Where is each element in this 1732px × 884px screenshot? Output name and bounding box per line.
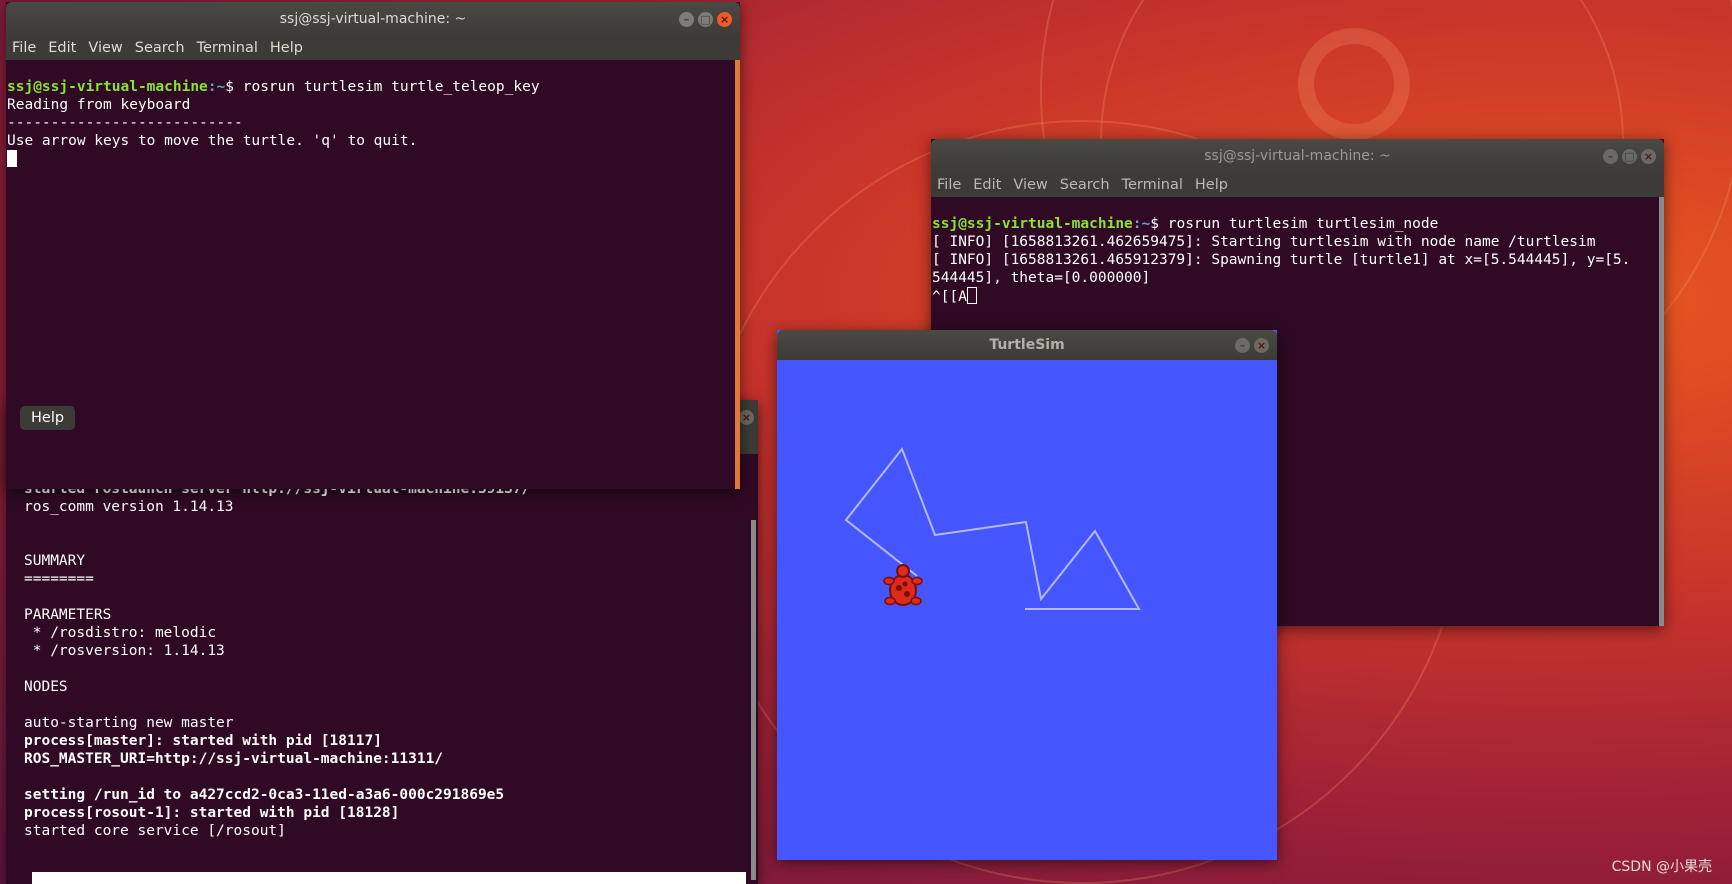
roscore-output: started roslaunch server http://ssj-virt…	[24, 480, 758, 870]
output-line: NODES	[24, 679, 68, 695]
window-controls: – □ ×	[1603, 149, 1656, 164]
menu-item-edit[interactable]: Edit	[973, 177, 1001, 193]
prompt-user: ssj@ssj-virtual-machine	[7, 79, 208, 95]
output-line: started core service [/rosout]	[24, 823, 286, 839]
prompt-symbol: $	[1150, 216, 1168, 232]
output-line: process[rosout-1]: started with pid [181…	[24, 805, 400, 821]
output-line: ^[[A	[932, 289, 967, 305]
output-line: * /rosversion: 1.14.13	[24, 643, 225, 659]
teleop-titlebar[interactable]: ssj@ssj-virtual-machine: ~ – □ ×	[6, 2, 740, 36]
turtlesim-window[interactable]: TurtleSim – ×	[777, 330, 1277, 860]
output-line: SUMMARY	[24, 553, 86, 569]
minimize-icon[interactable]: –	[679, 12, 694, 27]
output-line: Reading from keyboard	[7, 97, 191, 113]
menu-item-terminal[interactable]: Terminal	[1122, 177, 1183, 193]
output-line: [ INFO] [1658813261.462659475]: Starting…	[932, 234, 1596, 250]
roscore-input-line[interactable]	[26, 872, 746, 884]
output-line: 544445], theta=[0.000000]	[932, 270, 1151, 286]
maximize-icon[interactable]: □	[1622, 149, 1637, 164]
terminal-window-teleop[interactable]: ssj@ssj-virtual-machine: ~ – □ × File Edi…	[6, 2, 740, 489]
output-line: auto-starting new master	[24, 715, 234, 731]
terminal-cursor	[7, 150, 17, 167]
output-line: * /rosdistro: melodic	[24, 625, 217, 641]
teleop-scrollbar[interactable]	[735, 60, 740, 489]
node-titlebar[interactable]: ssj@ssj-virtual-machine: ~ – □ ×	[931, 139, 1664, 173]
menu-item-help[interactable]: Help	[270, 40, 303, 56]
menu-item-search[interactable]: Search	[1060, 177, 1110, 193]
command-text: rosrun turtlesim turtle_teleop_key	[242, 79, 540, 95]
menu-item-help[interactable]: Help	[1195, 177, 1228, 193]
output-line: setting /run_id to a427ccd2-0ca3-11ed-a3…	[24, 787, 505, 803]
node-scrollbar[interactable]	[1659, 197, 1664, 626]
window-title: ssj@ssj-virtual-machine: ~	[279, 11, 467, 27]
close-icon[interactable]: ×	[1254, 338, 1269, 353]
output-line: PARAMETERS	[24, 607, 112, 623]
window-title: TurtleSim	[989, 337, 1065, 353]
menu-item-search[interactable]: Search	[135, 40, 185, 56]
prompt-symbol: $	[225, 79, 243, 95]
teleop-menubar: File Edit View Search Terminal Help	[6, 36, 740, 60]
node-menubar: File Edit View Search Terminal Help	[931, 173, 1664, 197]
roscore-titlebar-remnant	[738, 400, 758, 454]
menu-item-terminal[interactable]: Terminal	[197, 40, 258, 56]
output-line: ROS_MASTER_URI=http://ssj-virtual-machin…	[24, 751, 444, 767]
teleop-terminal-output[interactable]: ssj@ssj-virtual-machine:~$ rosrun turtle…	[6, 60, 740, 489]
output-line: ros_comm version 1.14.13	[24, 499, 234, 515]
output-line: process[master]: started with pid [18117…	[24, 733, 382, 749]
output-line: Use arrow keys to move the turtle. 'q' t…	[7, 133, 418, 149]
command-text: rosrun turtlesim turtlesim_node	[1167, 216, 1439, 232]
window-controls: – □ ×	[679, 12, 732, 27]
close-icon[interactable]: ×	[717, 12, 732, 27]
window-controls: – ×	[1235, 338, 1269, 353]
roscore-scrollbar[interactable]	[751, 520, 756, 880]
menu-item-file[interactable]: File	[12, 40, 36, 56]
menu-item-view[interactable]: View	[1013, 177, 1047, 193]
window-title: ssj@ssj-virtual-machine: ~	[1204, 148, 1391, 164]
output-line: [ INFO] [1658813261.465912379]: Spawning…	[932, 252, 1631, 268]
minimize-icon[interactable]: –	[1235, 338, 1250, 353]
turtlesim-titlebar[interactable]: TurtleSim – ×	[777, 330, 1277, 360]
close-icon[interactable]: ×	[1641, 149, 1656, 164]
prompt-path: :~	[207, 79, 226, 95]
watermark: CSDN @小果壳	[1611, 859, 1712, 875]
roscore-cursor	[26, 872, 32, 884]
help-tooltip: Help	[20, 406, 76, 430]
output-line: ---------------------------	[7, 115, 243, 131]
turtle-sprite	[883, 564, 923, 606]
close-icon[interactable]: ×	[739, 410, 754, 425]
menu-item-edit[interactable]: Edit	[48, 40, 76, 56]
output-line: ========	[24, 571, 94, 587]
maximize-icon[interactable]: □	[698, 12, 713, 27]
prompt-path: :~	[1132, 216, 1151, 232]
terminal-cursor	[966, 287, 977, 304]
menu-item-file[interactable]: File	[937, 177, 961, 193]
prompt-user: ssj@ssj-virtual-machine	[932, 216, 1133, 232]
minimize-icon[interactable]: –	[1603, 149, 1618, 164]
menu-item-view[interactable]: View	[88, 40, 122, 56]
turtlesim-canvas	[844, 447, 1141, 610]
